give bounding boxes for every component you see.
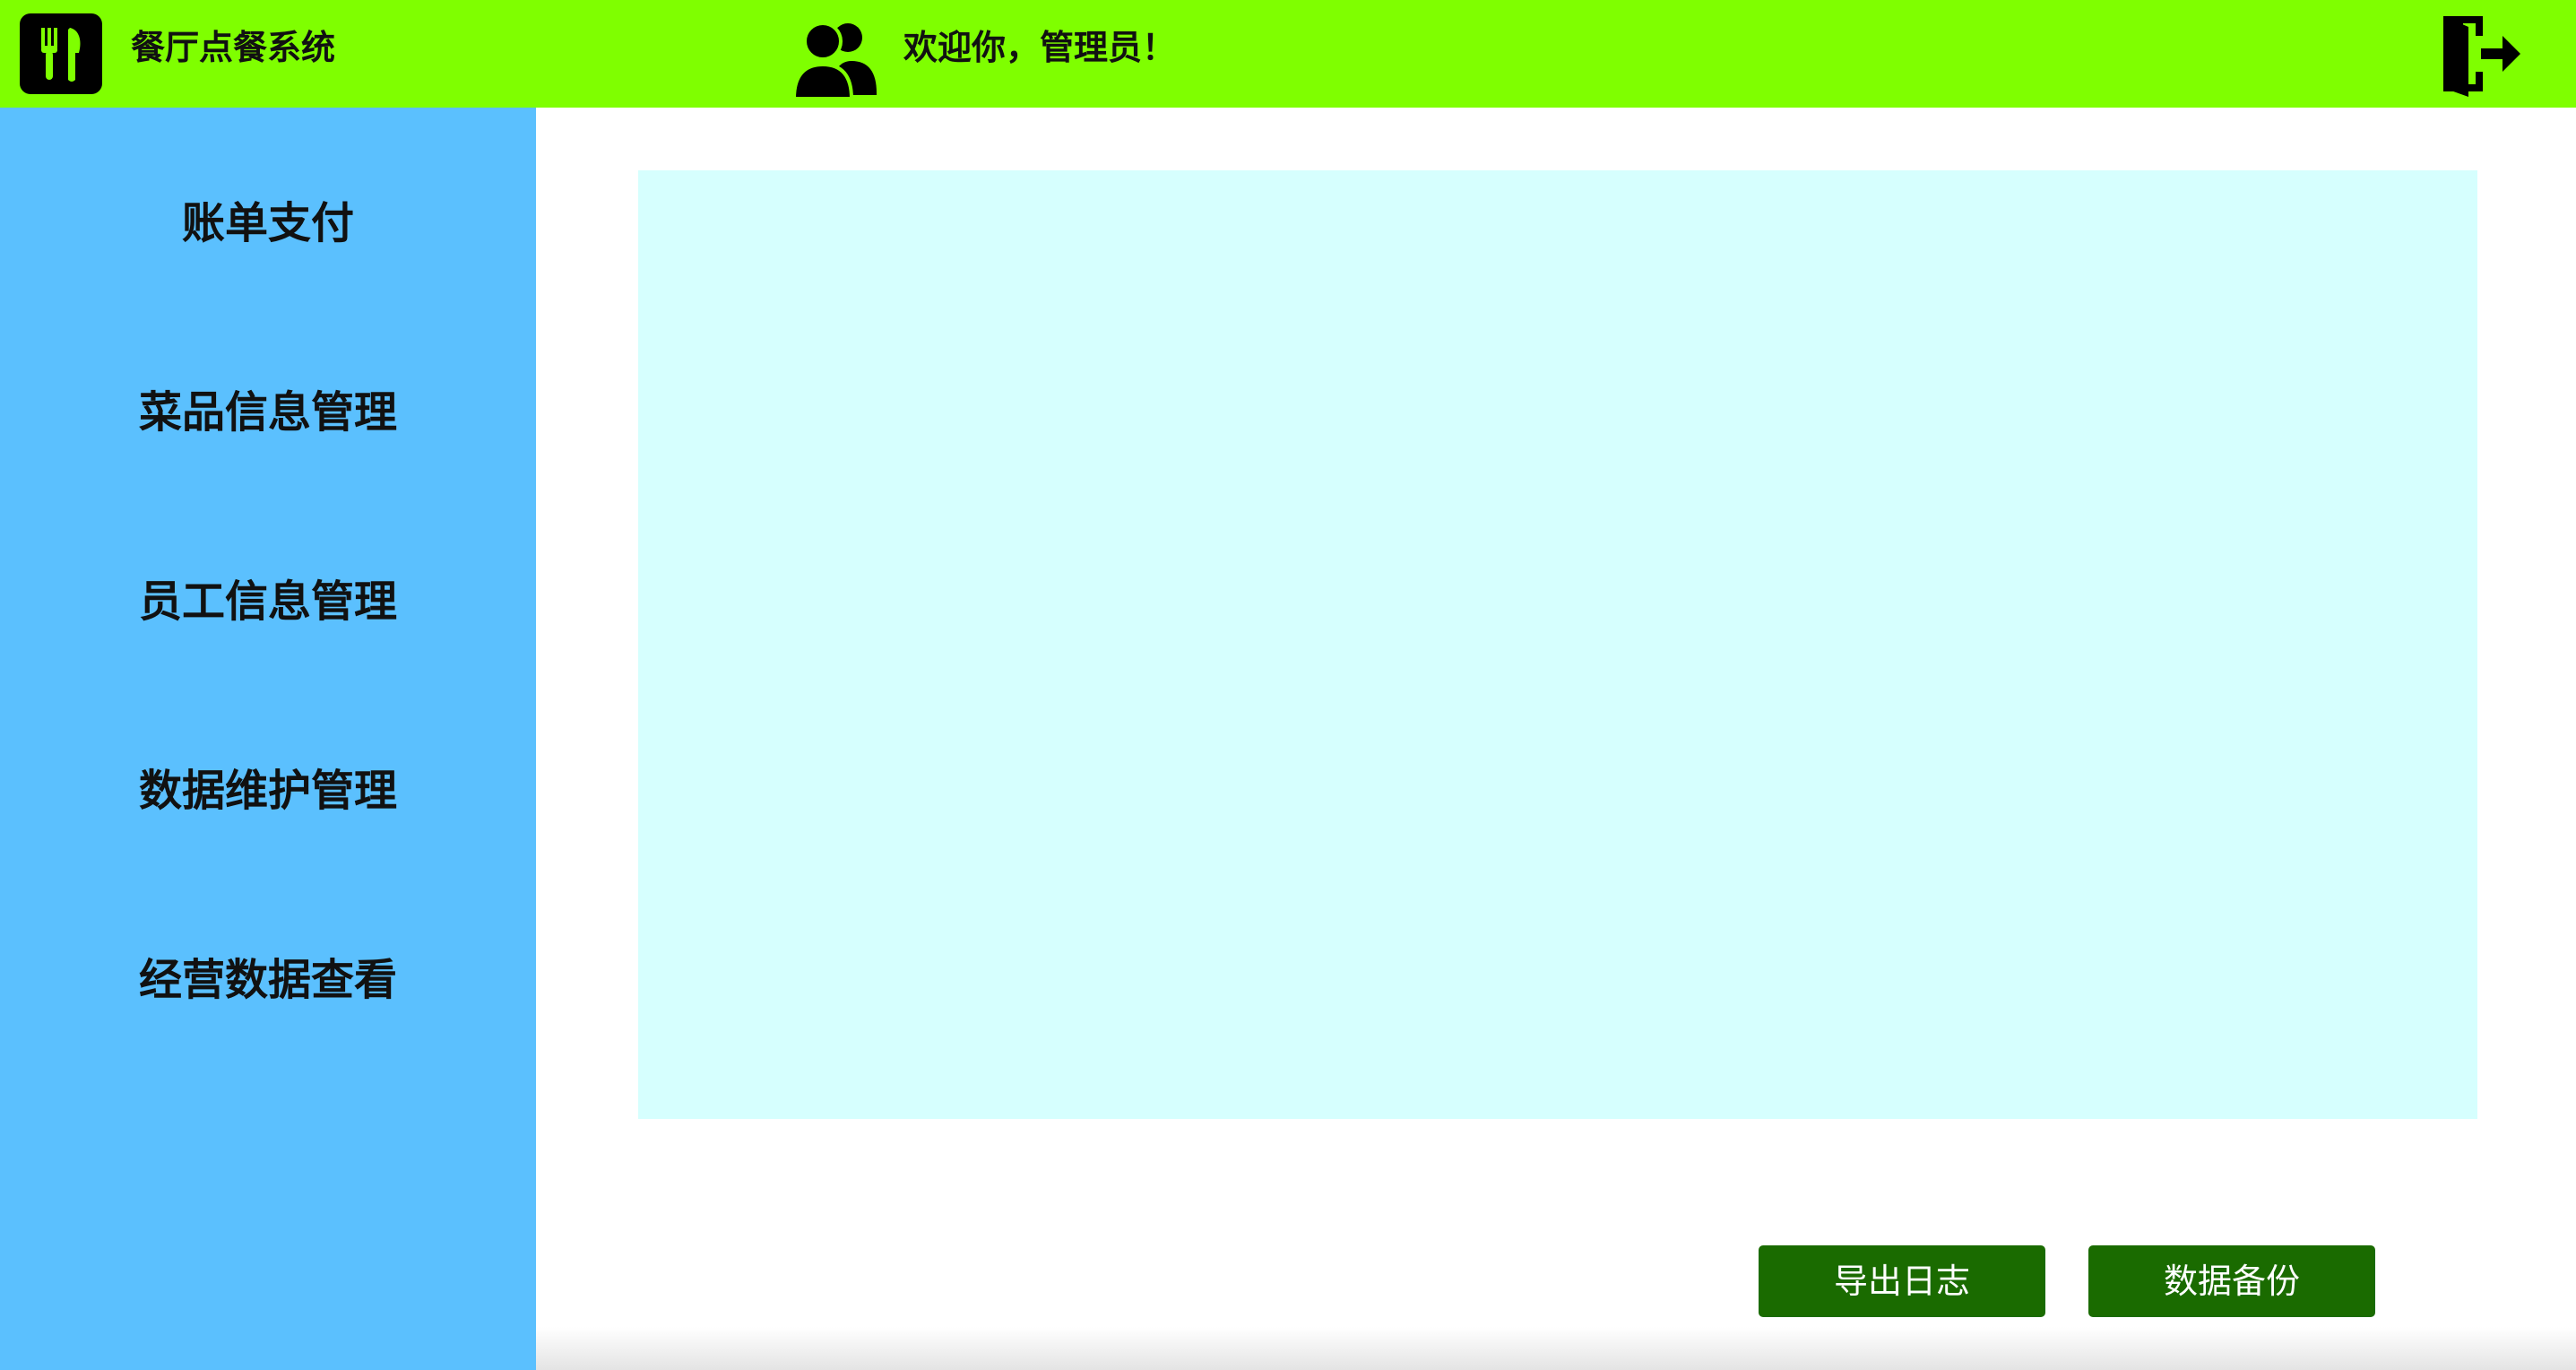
top-header: 餐厅点餐系统 欢迎你，管理员！ xyxy=(0,0,2576,108)
app-title: 餐厅点餐系统 xyxy=(131,28,336,67)
export-log-button[interactable]: 导出日志 xyxy=(1759,1245,2045,1317)
sidebar-item-bill-payment[interactable]: 账单支付 xyxy=(0,174,536,273)
logout-button[interactable] xyxy=(2436,9,2526,99)
logout-icon xyxy=(2443,16,2520,97)
fork-knife-icon xyxy=(20,13,102,94)
sidebar-item-data-maintenance[interactable]: 数据维护管理 xyxy=(0,741,536,840)
sidebar-item-dish-management[interactable]: 菜品信息管理 xyxy=(0,363,536,462)
sidebar: 账单支付 菜品信息管理 员工信息管理 数据维护管理 经营数据查看 xyxy=(0,108,536,1370)
sidebar-item-staff-management[interactable]: 员工信息管理 xyxy=(0,552,536,651)
content-panel xyxy=(638,170,2477,1119)
app-window: 餐厅点餐系统 欢迎你，管理员！ 账单支付 菜品信息管理 员工信息管理 数据维护管… xyxy=(0,0,2576,1370)
users-icon xyxy=(791,13,878,100)
sidebar-item-business-data[interactable]: 经营数据查看 xyxy=(0,931,536,1029)
bottom-shadow xyxy=(536,1327,2576,1370)
data-backup-button[interactable]: 数据备份 xyxy=(2088,1245,2375,1317)
welcome-message: 欢迎你，管理员！ xyxy=(903,28,1177,67)
